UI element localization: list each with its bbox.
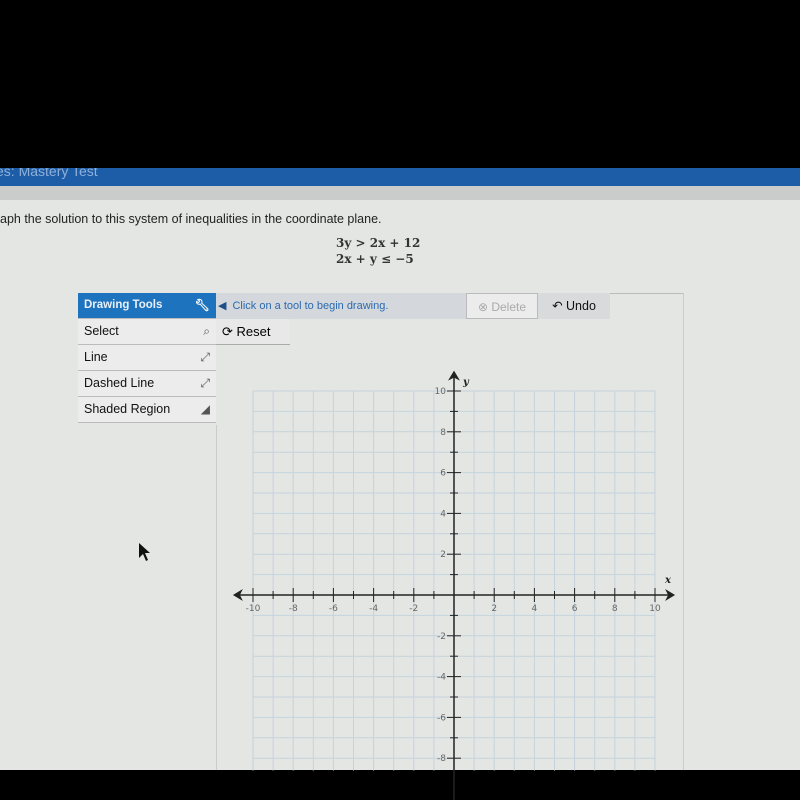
y-tick-label: 10 [435,387,447,397]
y-tick-label: 8 [440,428,446,438]
y-tick-label: -4 [437,673,446,683]
x-tick-label: 8 [612,604,618,614]
x-tick-label: -6 [329,604,338,614]
x-tick-label: 6 [572,604,578,614]
y-tick-label: 6 [440,469,446,479]
y-axis-label: y [462,377,470,388]
y-tick-label: -6 [437,713,446,723]
x-tick-label: 2 [491,604,497,614]
mouse-cursor-icon [139,543,150,561]
x-tick-label: -4 [369,604,378,614]
y-tick-label: -8 [437,754,446,764]
x-tick-label: -10 [246,604,261,614]
x-axis-label: x [664,575,672,586]
coordinate-plane[interactable]: -10 -8 -6 -4 -2 2 4 6 8 10 10 8 6 4 2 -2 -4 -6 -8 x y [0,0,800,800]
x-tick-label: 4 [532,604,538,614]
x-tick-label: -2 [409,604,418,614]
y-tick-label: 2 [440,550,446,560]
y-tick-label: -2 [437,632,446,642]
x-tick-label: -8 [289,604,298,614]
y-tick-label: 4 [440,509,446,519]
x-tick-label: 10 [649,604,661,614]
